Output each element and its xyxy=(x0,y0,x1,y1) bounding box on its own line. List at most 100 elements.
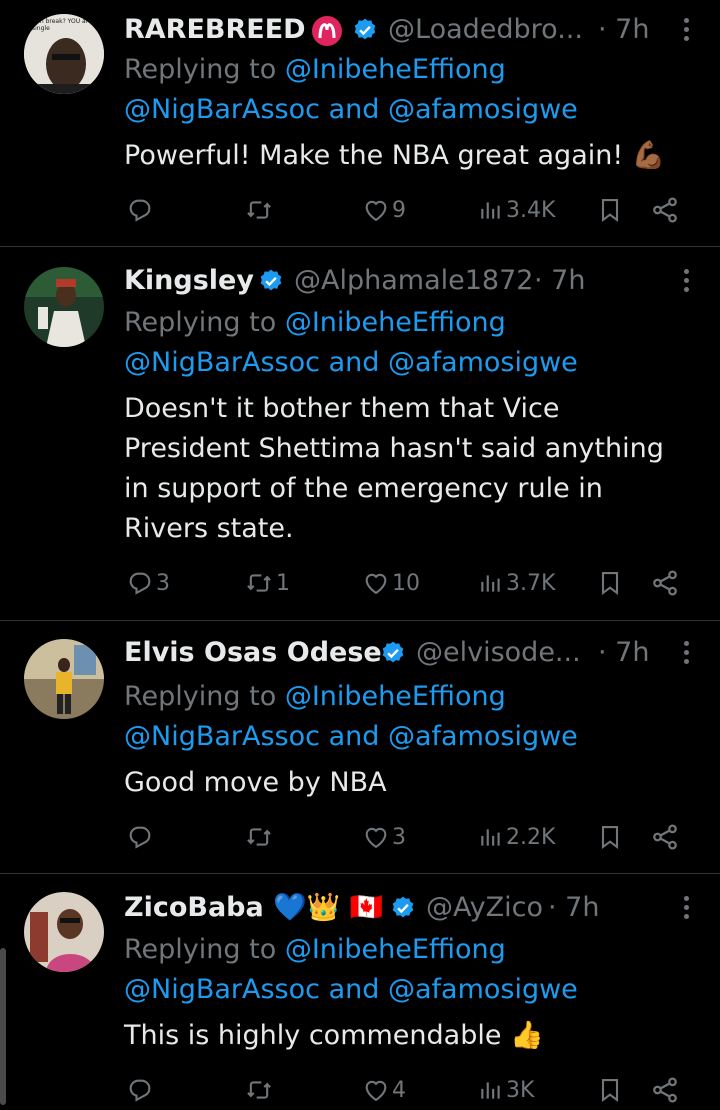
timestamp[interactable]: · 7h xyxy=(598,10,649,50)
avatar-image xyxy=(24,267,104,347)
timestamp[interactable]: · 7h xyxy=(534,261,585,301)
retweet-button[interactable] xyxy=(244,1070,276,1110)
retweet-button[interactable]: 1 xyxy=(244,563,290,603)
reply-tweet[interactable]: Kingsley @Alphamale1872 · 7h Replying to… xyxy=(0,247,720,620)
tweet-text: This is highly commendable 👍 xyxy=(124,1020,544,1051)
views-button[interactable]: 3.4K xyxy=(478,190,555,230)
bookmark-button[interactable] xyxy=(596,1070,624,1110)
share-icon xyxy=(653,197,677,223)
reply-button[interactable]: 3 xyxy=(126,563,170,603)
display-name[interactable]: ZicoBaba 💙👑 🇨🇦 xyxy=(124,888,383,928)
verified-icon xyxy=(260,269,282,291)
views-count: 3.4K xyxy=(506,197,556,223)
bookmark-icon xyxy=(601,199,619,223)
mention-link[interactable]: @NigBarAssoc xyxy=(124,721,320,752)
mention-link[interactable]: @NigBarAssoc xyxy=(124,974,320,1005)
replying-and[interactable]: and xyxy=(329,347,380,378)
avatar[interactable] xyxy=(24,267,104,347)
share-button[interactable] xyxy=(650,1070,680,1110)
views-button[interactable]: 3.7K xyxy=(478,563,555,603)
tweet-actions: 3 2.2K xyxy=(0,817,720,857)
views-button[interactable]: 3K xyxy=(478,1070,534,1110)
bookmark-button[interactable] xyxy=(596,817,624,857)
share-button[interactable] xyxy=(650,563,680,603)
display-name[interactable]: Kingsley xyxy=(124,261,254,301)
mention-link[interactable]: @InibeheEffiong xyxy=(285,934,506,965)
display-name[interactable]: RAREBREED xyxy=(124,10,306,50)
share-icon xyxy=(653,570,677,596)
avatar[interactable] xyxy=(24,639,104,719)
replying-to-line: Replying to @InibeheEffiong xyxy=(124,930,506,970)
like-button[interactable]: 3 xyxy=(362,817,406,857)
replying-and[interactable]: and xyxy=(329,94,380,125)
reply-tweet[interactable]: Elvis Osas Odese @elvisode... · 7h Reply… xyxy=(0,621,720,873)
reply-button[interactable] xyxy=(126,1070,156,1110)
replying-to-prefix: Replying to xyxy=(124,934,277,965)
more-icon[interactable] xyxy=(684,641,690,665)
bookmark-icon xyxy=(601,1079,619,1103)
avatar-image xyxy=(24,892,104,972)
display-name[interactable]: Elvis Osas Odese xyxy=(124,633,382,673)
mention-link[interactable]: @InibeheEffiong xyxy=(285,681,506,712)
retweet-button[interactable] xyxy=(244,190,276,230)
mention-link[interactable]: @NigBarAssoc xyxy=(124,347,320,378)
reply-button[interactable] xyxy=(126,817,156,857)
more-icon[interactable] xyxy=(684,269,690,293)
replying-and[interactable]: and xyxy=(329,721,380,752)
reply-button[interactable] xyxy=(126,190,156,230)
user-handle[interactable]: @elvisode... xyxy=(416,633,596,673)
timestamp[interactable]: · 7h xyxy=(548,888,599,928)
share-button[interactable] xyxy=(650,817,680,857)
views-icon xyxy=(481,575,500,592)
replying-to-line-2: @NigBarAssoc and @afamosigwe xyxy=(124,970,578,1010)
retweet-icon xyxy=(247,201,271,219)
replying-to-line-2: @NigBarAssoc and @afamosigwe xyxy=(124,717,578,757)
avatar-image xyxy=(24,639,104,719)
mention-link[interactable]: @InibeheEffiong xyxy=(285,54,506,85)
like-icon xyxy=(365,573,387,595)
like-count: 4 xyxy=(392,1077,406,1103)
user-handle[interactable]: @AyZico xyxy=(426,888,543,928)
like-button[interactable]: 10 xyxy=(362,563,420,603)
more-icon[interactable] xyxy=(684,18,690,42)
bookmark-button[interactable] xyxy=(596,563,624,603)
views-button[interactable]: 2.2K xyxy=(478,817,555,857)
reply-tweet[interactable]: ZicoBaba 💙👑 🇨🇦 @AyZico · 7h Replying to … xyxy=(0,874,720,1105)
mention-link[interactable]: @NigBarAssoc xyxy=(124,94,320,125)
tweet-actions: 3 1 10 3.7K xyxy=(0,563,720,603)
like-button[interactable]: 9 xyxy=(362,190,406,230)
mention-link[interactable]: @afamosigwe xyxy=(388,94,578,125)
user-handle[interactable]: @Loadedbro... xyxy=(388,10,588,50)
tweet-text-line: President Shettima hasn't said anything xyxy=(124,433,664,464)
retweet-icon xyxy=(247,828,271,846)
more-icon[interactable] xyxy=(684,896,690,920)
tweet-text-line: in support of the emergency rule in xyxy=(124,473,603,504)
reply-icon xyxy=(129,826,151,849)
views-count: 2.2K xyxy=(506,824,556,850)
views-count: 3K xyxy=(506,1077,535,1103)
user-handle[interactable]: @Alphamale1872 xyxy=(294,261,533,301)
scrollbar[interactable] xyxy=(0,948,6,1105)
mention-link[interactable]: @afamosigwe xyxy=(388,347,578,378)
reply-tweet[interactable]: Can break? YOU are single RAREBREED @Loa… xyxy=(0,0,720,246)
retweet-icon xyxy=(247,1081,271,1099)
bookmark-button[interactable] xyxy=(596,190,624,230)
like-icon xyxy=(365,200,387,222)
like-count: 3 xyxy=(392,824,406,850)
retweet-button[interactable] xyxy=(244,817,276,857)
share-button[interactable] xyxy=(650,190,680,230)
avatar[interactable] xyxy=(24,892,104,972)
replying-to-line: Replying to @InibeheEffiong xyxy=(124,50,506,90)
tweet-header: Elvis Osas Odese @elvisode... · 7h xyxy=(124,633,720,673)
like-button[interactable]: 4 xyxy=(362,1070,406,1110)
tweet-text: Good move by NBA xyxy=(124,767,387,798)
mention-link[interactable]: @afamosigwe xyxy=(388,721,578,752)
mention-link[interactable]: @InibeheEffiong xyxy=(285,307,506,338)
timestamp[interactable]: · 7h xyxy=(598,633,649,673)
replying-and[interactable]: and xyxy=(329,974,380,1005)
reply-count: 3 xyxy=(156,570,170,596)
mention-link[interactable]: @afamosigwe xyxy=(388,974,578,1005)
avatar[interactable]: Can break? YOU are single xyxy=(24,14,104,94)
bookmark-icon xyxy=(601,572,619,596)
like-icon xyxy=(365,1080,387,1102)
